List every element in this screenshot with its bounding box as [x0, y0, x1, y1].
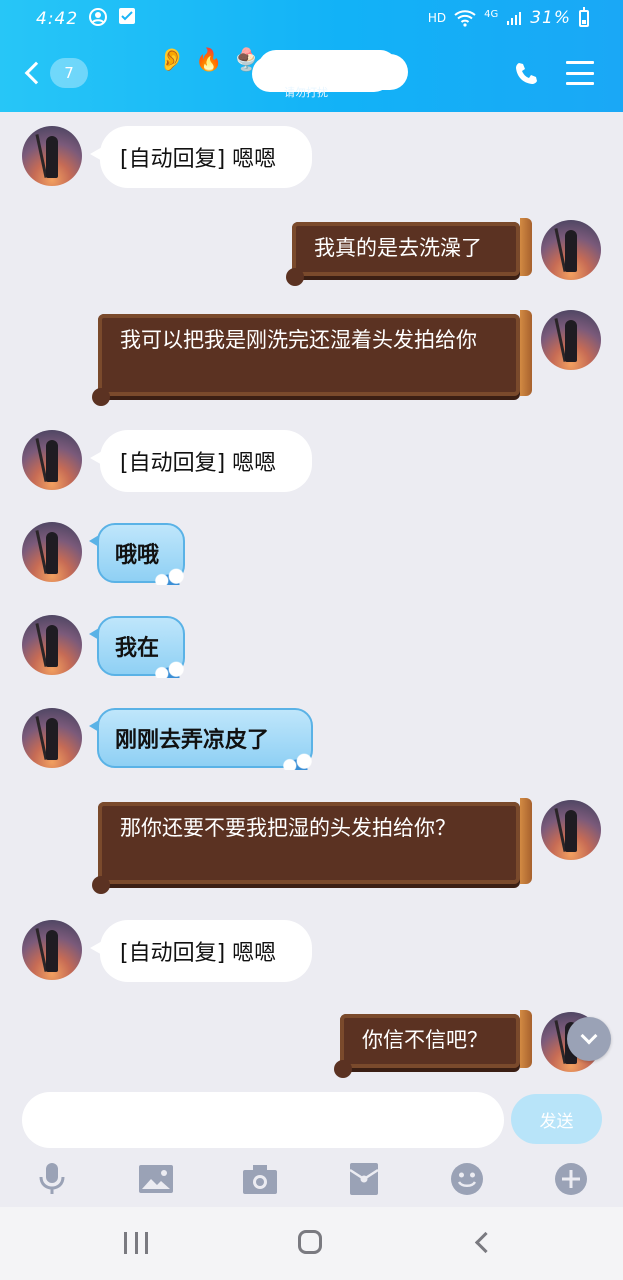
system-back-button[interactable]	[474, 1231, 497, 1254]
message-text: 我可以把我是刚洗完还湿着头发拍给你	[120, 328, 477, 352]
message-text: [自动回复] 嗯嗯	[120, 941, 277, 966]
status-left-icons	[88, 7, 136, 27]
recents-line	[134, 1232, 138, 1254]
camera-button[interactable]	[240, 1159, 280, 1199]
menu-line	[566, 71, 594, 75]
message-list[interactable]: [自动回复] 嗯嗯 我真的是去洗澡了 我可以把我是刚洗完还湿着头发拍给你 [自动…	[0, 112, 623, 1092]
image-icon	[139, 1165, 173, 1193]
back-chevron-icon	[24, 61, 48, 85]
camera-icon	[243, 1165, 277, 1194]
message-text: 那你还要不要我把湿的头发拍给你？	[120, 816, 456, 840]
wave-decoration-icon	[279, 748, 315, 770]
chevron-down-icon	[580, 1027, 598, 1045]
message-text: 你信不信吧？	[362, 1028, 488, 1052]
ice-cream-icon: 🍨	[232, 48, 261, 73]
more-button[interactable]	[551, 1159, 591, 1199]
account-icon	[89, 8, 107, 26]
fire-icon: 🔥	[195, 48, 223, 73]
wifi-icon	[454, 10, 476, 27]
message-bubble[interactable]: 你信不信吧？	[334, 1010, 532, 1078]
send-button[interactable]: 发送	[511, 1094, 602, 1144]
contact-avatar[interactable]	[22, 615, 82, 675]
contact-avatar[interactable]	[22, 522, 82, 582]
voice-button[interactable]	[32, 1159, 72, 1199]
system-navigation-bar	[0, 1207, 623, 1280]
recents-line	[124, 1232, 127, 1254]
battery-percent: 31%	[530, 8, 571, 28]
message-bubble[interactable]: 我在	[89, 616, 187, 678]
my-avatar[interactable]	[541, 220, 601, 280]
message-bubble[interactable]: [自动回复] 嗯嗯	[90, 430, 312, 492]
my-avatar[interactable]	[541, 310, 601, 370]
checkbox-notification-icon	[119, 8, 135, 24]
back-button[interactable]: 7	[22, 58, 88, 88]
battery-icon	[579, 6, 589, 27]
phone-call-icon[interactable]	[512, 60, 540, 88]
chat-title[interactable]: 👂 🔥 🍨 请勿打扰	[158, 48, 418, 99]
status-right: HD 4G 31%	[427, 6, 589, 28]
menu-line	[566, 61, 594, 64]
input-toolbar	[0, 1155, 623, 1205]
unread-badge: 7	[50, 58, 88, 88]
message-bubble[interactable]: 我真的是去洗澡了	[286, 218, 532, 286]
message-bubble[interactable]: [自动回复] 嗯嗯	[90, 126, 312, 188]
recents-button[interactable]	[124, 1232, 148, 1254]
wave-decoration-icon	[151, 656, 187, 678]
red-packet-button[interactable]	[344, 1159, 384, 1199]
contact-avatar[interactable]	[22, 430, 82, 490]
menu-button[interactable]	[566, 61, 594, 85]
contact-avatar[interactable]	[22, 920, 82, 980]
red-packet-icon	[349, 1163, 379, 1195]
ear-icon: 👂	[158, 48, 186, 73]
contact-avatar[interactable]	[22, 126, 82, 186]
status-time: 4:42	[36, 9, 79, 29]
my-avatar[interactable]	[541, 800, 601, 860]
message-text: 刚刚去弄凉皮了	[115, 728, 270, 753]
hd-indicator: HD	[427, 11, 447, 25]
redacted-contact-name	[258, 50, 398, 86]
message-input[interactable]	[22, 1092, 504, 1148]
message-bubble[interactable]: 那你还要不要我把湿的头发拍给你？	[92, 798, 532, 894]
message-text: 我真的是去洗澡了	[314, 236, 482, 260]
emoji-button[interactable]	[447, 1159, 487, 1199]
menu-line	[566, 82, 594, 85]
home-button[interactable]	[298, 1230, 322, 1254]
chat-subtitle: 请勿打扰	[284, 86, 328, 99]
emoji-icon	[451, 1163, 483, 1195]
scroll-to-bottom-button[interactable]	[567, 1017, 611, 1061]
message-bubble[interactable]: 我可以把我是刚洗完还湿着头发拍给你	[92, 310, 532, 406]
signal-icon	[507, 12, 522, 25]
recents-line	[145, 1232, 148, 1254]
microphone-icon	[39, 1163, 65, 1194]
message-bubble[interactable]: 哦哦	[89, 523, 187, 585]
chat-header: 4:42 HD 4G 31% 7 👂 🔥 🍨 请勿打扰	[0, 0, 623, 112]
image-button[interactable]	[136, 1159, 176, 1199]
message-bubble[interactable]: [自动回复] 嗯嗯	[90, 920, 312, 982]
message-text: [自动回复] 嗯嗯	[120, 451, 277, 476]
wave-decoration-icon	[151, 563, 187, 585]
plus-icon	[555, 1163, 587, 1195]
message-text: [自动回复] 嗯嗯	[120, 147, 277, 172]
network-type: 4G	[484, 8, 499, 20]
message-bubble[interactable]: 刚刚去弄凉皮了	[89, 708, 315, 770]
contact-avatar[interactable]	[22, 708, 82, 768]
